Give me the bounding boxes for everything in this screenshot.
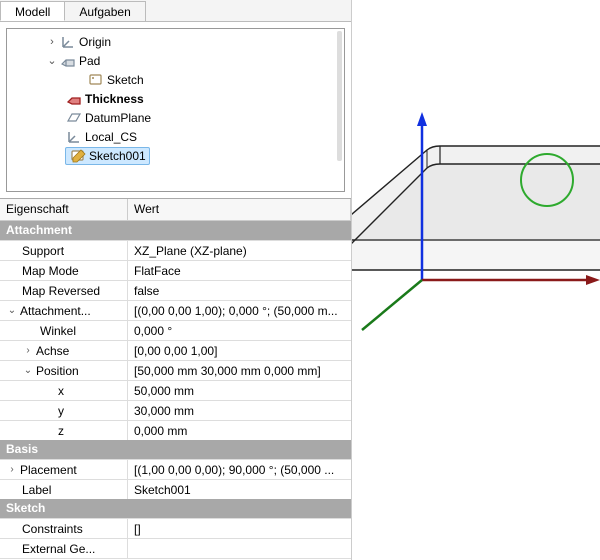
tree-item-label: Origin [79,35,111,49]
prop-support[interactable]: Support XZ_Plane (XZ-plane) [0,240,351,260]
3d-viewport[interactable] [352,0,600,560]
sketch-icon [87,72,105,88]
tree-item-label: Local_CS [85,130,137,144]
property-panel: Eigenschaft Wert Attachment Support XZ_P… [0,198,351,559]
prop-external-geometry[interactable]: External Ge... [0,538,351,558]
sketch-icon [69,148,87,164]
header-property: Eigenschaft [0,199,128,221]
tree-item-label: Pad [79,54,100,68]
prop-value[interactable]: [(1,00 0,00 0,00); 90,000 °; (50,000 ... [128,460,351,479]
section-attachment: Attachment [0,221,351,240]
scrollbar[interactable] [337,31,342,161]
tree-item-origin[interactable]: › Origin [9,32,342,51]
prop-label[interactable]: Label Sketch001 [0,479,351,499]
tree-item-label: Sketch [107,73,144,87]
prop-y[interactable]: y 30,000 mm [0,400,351,420]
prop-value[interactable]: [] [128,519,351,538]
chevron-right-icon[interactable]: › [6,464,18,475]
localcs-icon [65,129,83,145]
prop-value[interactable]: 0,000 mm [128,421,351,440]
prop-value[interactable]: false [128,281,351,300]
section-basis: Basis [0,440,351,459]
prop-map-mode[interactable]: Map Mode FlatFace [0,260,351,280]
prop-key: z [58,424,64,438]
prop-value[interactable]: FlatFace [128,261,351,280]
prop-value[interactable]: [50,000 mm 30,000 mm 0,000 mm] [128,361,351,380]
prop-value[interactable]: XZ_Plane (XZ-plane) [128,241,351,260]
prop-z[interactable]: z 0,000 mm [0,420,351,440]
pad-icon [59,53,77,69]
prop-map-reversed[interactable]: Map Reversed false [0,280,351,300]
prop-value[interactable]: 50,000 mm [128,381,351,400]
prop-key: Attachment... [20,304,91,318]
tab-bar: Modell Aufgaben [0,0,351,22]
tree-item-label: DatumPlane [85,111,151,125]
prop-value[interactable]: [(0,00 0,00 1,00); 0,000 °; (50,000 m... [128,301,351,320]
prop-winkel[interactable]: Winkel 0,000 ° [0,320,351,340]
prop-key: Label [22,483,51,497]
header-value: Wert [128,199,351,221]
chevron-down-icon[interactable]: ⌄ [45,54,59,67]
property-header: Eigenschaft Wert [0,199,351,221]
prop-placement[interactable]: ›Placement [(1,00 0,00 0,00); 90,000 °; … [0,459,351,479]
chevron-right-icon[interactable]: › [45,36,59,48]
tree-item-sketch[interactable]: Sketch [9,70,342,89]
prop-key: x [58,384,64,398]
section-sketch: Sketch [0,499,351,518]
prop-value[interactable] [128,539,351,558]
prop-value[interactable]: 0,000 ° [128,321,351,340]
prop-key: y [58,404,64,418]
tree-item-sketch001[interactable]: Sketch001 [9,146,342,165]
tree-item-datumplane[interactable]: DatumPlane [9,108,342,127]
tree-item-localcs[interactable]: Local_CS [9,127,342,146]
prop-value[interactable]: 30,000 mm [128,401,351,420]
3d-model-icon [352,60,600,400]
prop-key: Constraints [22,522,83,536]
tree-item-label: Sketch001 [89,149,146,163]
tree-item-pad[interactable]: ⌄ Pad [9,51,342,70]
tab-tasks-label: Aufgaben [79,5,130,19]
datumplane-icon [65,110,83,126]
thickness-icon [65,91,83,107]
tree-item-thickness[interactable]: Thickness [9,89,342,108]
origin-icon [59,34,77,50]
tab-model-label: Modell [15,5,50,19]
tab-tasks[interactable]: Aufgaben [64,1,145,21]
prop-key: External Ge... [22,542,95,556]
tree-item-label: Thickness [85,92,144,106]
prop-key: Position [36,364,79,378]
prop-key: Achse [36,344,69,358]
tab-model[interactable]: Modell [0,1,65,21]
model-tree: › Origin ⌄ Pad Sketch Thickness [6,28,345,192]
prop-value[interactable]: Sketch001 [128,480,351,499]
prop-achse[interactable]: ›Achse [0,00 0,00 1,00] [0,340,351,360]
prop-key: Map Mode [22,264,79,278]
side-panel: Modell Aufgaben › Origin ⌄ Pad Sketch [0,0,352,560]
chevron-down-icon[interactable]: ⌄ [22,365,34,376]
chevron-down-icon[interactable]: ⌄ [6,305,18,316]
prop-key: Winkel [40,324,76,338]
prop-key: Placement [20,463,77,477]
prop-key: Map Reversed [22,284,100,298]
chevron-right-icon[interactable]: › [22,345,34,356]
prop-x[interactable]: x 50,000 mm [0,380,351,400]
prop-value[interactable]: [0,00 0,00 1,00] [128,341,351,360]
prop-position[interactable]: ⌄Position [50,000 mm 30,000 mm 0,000 mm] [0,360,351,380]
prop-key: Support [22,244,64,258]
prop-constraints[interactable]: Constraints [] [0,518,351,538]
prop-attachment-offset[interactable]: ⌄Attachment... [(0,00 0,00 1,00); 0,000 … [0,300,351,320]
